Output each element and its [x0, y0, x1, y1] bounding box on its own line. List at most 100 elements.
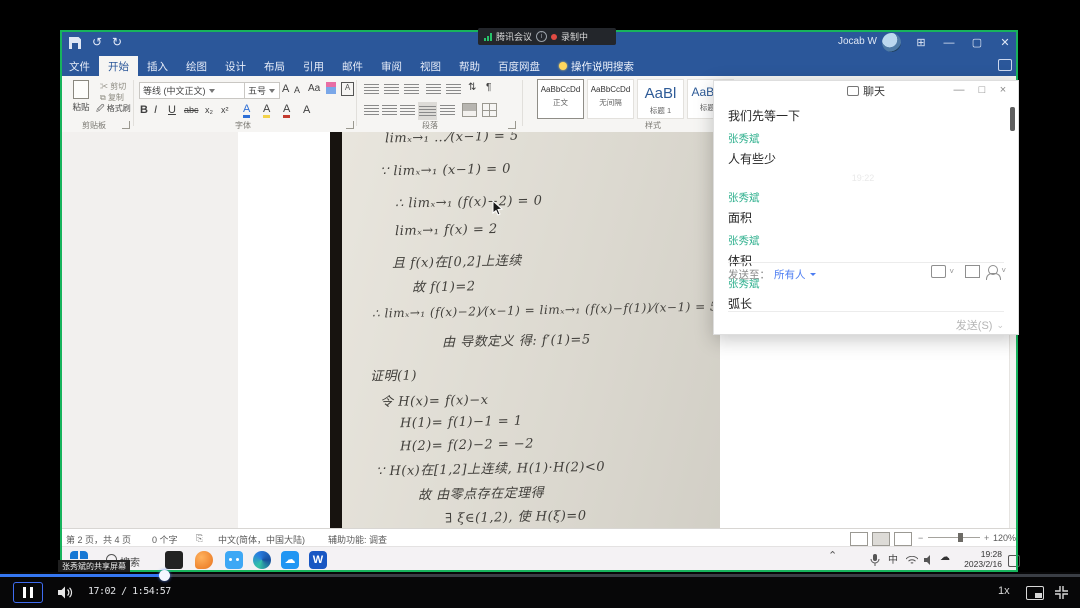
minimize-button[interactable]: —: [940, 34, 958, 52]
format-painter-button[interactable]: 🖉 格式刷: [96, 103, 131, 117]
language-indicator[interactable]: 中文(简体，中国大陆): [218, 533, 305, 546]
borders-icon[interactable]: [482, 103, 497, 117]
paste-button[interactable]: 粘贴: [68, 80, 94, 114]
accessibility-status[interactable]: 辅助功能: 调查: [328, 533, 387, 546]
style-heading1[interactable]: AaBl 标题 1: [637, 79, 684, 119]
sort-icon[interactable]: ⇅: [468, 82, 476, 93]
zoom-in-button[interactable]: +: [984, 533, 989, 543]
microphone-icon[interactable]: [870, 554, 880, 566]
grow-font-button[interactable]: A: [282, 83, 289, 95]
taskbar-app-edge[interactable]: [253, 551, 271, 569]
italic-button[interactable]: I: [154, 102, 157, 118]
show-marks-icon[interactable]: ¶: [486, 82, 491, 93]
seek-playhead[interactable]: [159, 570, 170, 581]
zoom-out-button[interactable]: −: [918, 533, 923, 543]
font-dialog-launcher[interactable]: [346, 121, 354, 129]
bullets-icon[interactable]: [364, 83, 379, 95]
strikethrough-button[interactable]: abc: [184, 102, 199, 118]
justify-icon[interactable]: [418, 102, 437, 120]
ribbon-display-options-icon[interactable]: ⊞: [912, 34, 930, 52]
chat-close-button[interactable]: ×: [996, 84, 1010, 96]
screenshot-icon[interactable]: [965, 265, 980, 278]
decrease-indent-icon[interactable]: [426, 83, 441, 95]
tray-chevron-icon[interactable]: ⌃: [828, 549, 837, 562]
shading-icon[interactable]: [462, 103, 477, 117]
tab-references[interactable]: 引用: [294, 56, 333, 76]
print-layout-icon[interactable]: [872, 532, 890, 546]
speaker-icon[interactable]: [924, 555, 935, 565]
picture-in-picture-icon[interactable]: [1026, 586, 1044, 600]
tab-insert[interactable]: 插入: [138, 56, 177, 76]
taskbar-app-robot[interactable]: [225, 551, 243, 569]
tab-help[interactable]: 帮助: [450, 56, 489, 76]
font-color-button[interactable]: A: [283, 102, 290, 118]
subscript-button[interactable]: x₂: [205, 102, 213, 118]
weather-cloud-icon[interactable]: ☁: [940, 552, 950, 563]
superscript-button[interactable]: x²: [221, 102, 229, 118]
proofing-icon[interactable]: ⎘: [196, 533, 203, 544]
close-button[interactable]: ✕: [996, 34, 1014, 52]
chat-maximize-button[interactable]: □: [975, 84, 989, 96]
info-icon[interactable]: i: [536, 31, 547, 42]
pause-button[interactable]: [13, 582, 43, 603]
highlight-color-button[interactable]: A: [263, 102, 270, 118]
align-left-icon[interactable]: [364, 104, 379, 116]
web-layout-icon[interactable]: [894, 532, 912, 546]
line-spacing-icon[interactable]: [440, 104, 455, 116]
enclose-characters-icon[interactable]: A: [341, 82, 354, 96]
tab-layout[interactable]: 布局: [255, 56, 294, 76]
page-indicator[interactable]: 第 2 页，共 4 页: [66, 533, 131, 546]
chat-minimize-button[interactable]: —: [952, 84, 966, 96]
fullscreen-icon[interactable]: [1054, 585, 1069, 600]
zoom-level[interactable]: 120%: [993, 533, 1016, 543]
tab-baidu-netdisk[interactable]: 百度网盘: [489, 56, 549, 76]
change-case-button[interactable]: Aa: [308, 83, 320, 94]
send-button[interactable]: 发送(S) ⌄: [956, 317, 1004, 333]
word-count[interactable]: 0 个字: [152, 533, 178, 546]
increase-indent-icon[interactable]: [446, 83, 461, 95]
character-shading-button[interactable]: A: [303, 102, 310, 118]
align-center-icon[interactable]: [382, 104, 397, 116]
phonetic-guide-icon[interactable]: [326, 82, 336, 94]
tab-review[interactable]: 审阅: [372, 56, 411, 76]
tab-view[interactable]: 视图: [411, 56, 450, 76]
text-effects-button[interactable]: A: [243, 102, 250, 118]
mention-icon[interactable]: ˅: [988, 265, 1006, 275]
multilevel-list-icon[interactable]: [404, 83, 419, 95]
underline-button[interactable]: U: [168, 102, 176, 118]
wifi-icon[interactable]: [906, 556, 918, 565]
tab-draw[interactable]: 绘图: [177, 56, 216, 76]
zoom-slider[interactable]: [928, 537, 980, 538]
taskbar-app-netdisk[interactable]: ☁: [281, 551, 299, 569]
zoom-slider-knob[interactable]: [958, 533, 963, 542]
chat-titlebar[interactable]: 聊天: [714, 81, 1018, 101]
redo-icon[interactable]: ↻: [112, 35, 122, 49]
notification-center-icon[interactable]: [1008, 555, 1020, 567]
save-icon[interactable]: [69, 37, 81, 49]
taskbar-app-word[interactable]: W: [309, 551, 327, 569]
taskbar-app-fox[interactable]: [195, 551, 213, 569]
numbering-icon[interactable]: [384, 83, 399, 95]
tab-home[interactable]: 开始: [99, 56, 138, 76]
meeting-status-bar[interactable]: 腾讯会议 i 录制中: [478, 28, 616, 45]
align-right-icon[interactable]: [400, 104, 415, 116]
send-to-selector[interactable]: 所有人: [774, 267, 806, 282]
font-name-combo[interactable]: 等线 (中文正文): [139, 82, 247, 99]
copy-button[interactable]: ⧉ 复制: [100, 92, 124, 103]
tab-design[interactable]: 设计: [216, 56, 255, 76]
restore-button[interactable]: ▢: [968, 34, 986, 52]
undo-icon[interactable]: ↺: [92, 35, 102, 49]
ime-indicator[interactable]: 中: [888, 551, 898, 566]
playback-speed[interactable]: 1x: [998, 585, 1010, 597]
style-no-spacing[interactable]: AaBbCcDd 无间隔: [587, 79, 634, 119]
tell-me-search[interactable]: 操作说明搜索: [549, 56, 644, 76]
style-normal[interactable]: AaBbCcDd 正文: [537, 79, 584, 119]
bold-button[interactable]: B: [140, 102, 148, 118]
shrink-font-button[interactable]: A: [294, 85, 300, 95]
tray-clock[interactable]: 19:28 2023/2/16: [958, 549, 1002, 569]
tab-mailings[interactable]: 邮件: [333, 56, 372, 76]
tab-file[interactable]: 文件: [60, 56, 99, 76]
taskbar-app-dark[interactable]: [165, 551, 183, 569]
volume-icon[interactable]: [58, 586, 73, 599]
read-mode-icon[interactable]: [850, 532, 868, 546]
